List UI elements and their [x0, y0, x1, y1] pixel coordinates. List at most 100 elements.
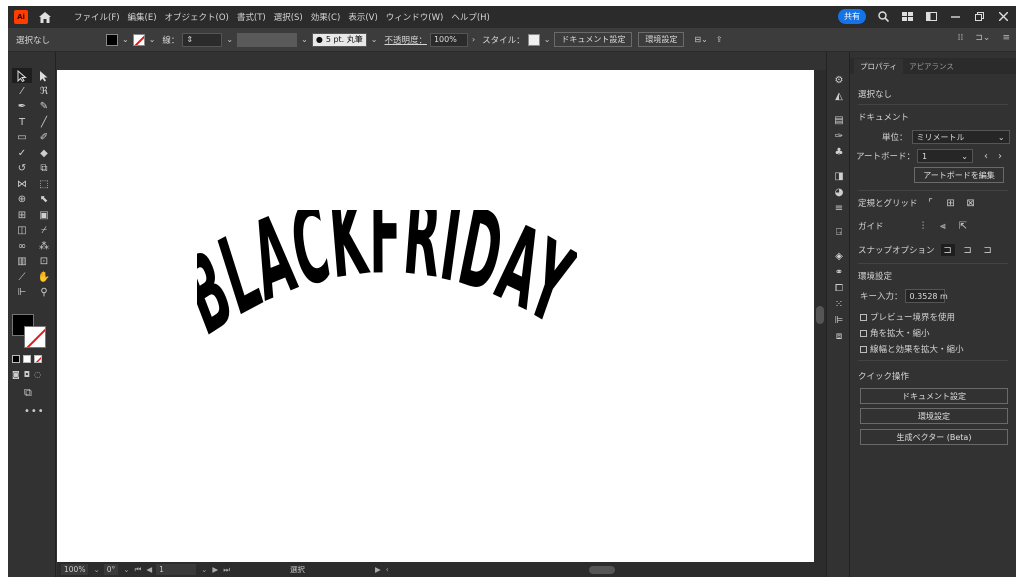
- draw-inside-icon[interactable]: ◌: [34, 370, 41, 379]
- color-panel-icon[interactable]: ◕: [827, 184, 851, 200]
- artboard-navigator-field[interactable]: 1: [156, 564, 197, 575]
- shaper-tool-icon[interactable]: ✓: [12, 146, 32, 161]
- artboard-tool-icon[interactable]: ⊡: [34, 254, 54, 269]
- vertical-scrollbar[interactable]: [814, 70, 826, 562]
- hand-tool-icon[interactable]: ✋: [34, 270, 54, 285]
- width-tool-icon[interactable]: ⋈: [12, 177, 32, 192]
- links-panel-icon[interactable]: ⚭: [827, 264, 851, 280]
- snap-icon[interactable]: ⊐⌄: [975, 33, 990, 43]
- document-setup-button[interactable]: ドキュメント設定: [554, 32, 633, 47]
- line-tool-icon[interactable]: ╱: [34, 115, 54, 130]
- last-artboard-icon[interactable]: ⏭: [223, 565, 230, 575]
- mesh-tool-icon[interactable]: ▣: [34, 208, 54, 223]
- edit-artboards-button[interactable]: アートボードを編集: [914, 167, 1004, 183]
- lasso-tool-icon[interactable]: ℜ: [34, 84, 54, 99]
- workspace-switcher-icon[interactable]: [924, 10, 938, 24]
- symbol-sprayer-tool-icon[interactable]: ⁂: [34, 239, 54, 254]
- scale-tool-icon[interactable]: ⧉: [34, 161, 54, 176]
- eraser-tool-icon[interactable]: ◆: [34, 146, 54, 161]
- grid-icon[interactable]: ⊞: [944, 197, 958, 209]
- opacity-field[interactable]: 100%: [429, 32, 468, 47]
- stroke-color-box[interactable]: [24, 326, 46, 348]
- horizontal-scroll-thumb[interactable]: [588, 565, 615, 574]
- blend-tool-icon[interactable]: ∞: [12, 239, 32, 254]
- ruler-icon[interactable]: ⌜: [924, 197, 938, 209]
- stroke-swatch[interactable]: [132, 33, 145, 46]
- menu-view[interactable]: 表示(V): [344, 11, 381, 23]
- minimize-icon[interactable]: [948, 10, 962, 24]
- brush-definition[interactable]: ● 5 pt. 丸筆: [311, 32, 367, 47]
- style-dropdown-icon[interactable]: ⌄: [544, 35, 551, 44]
- panel-menu-icon[interactable]: ≡: [1002, 33, 1010, 43]
- profile-dropdown-icon[interactable]: ⌄: [301, 35, 308, 44]
- status-menu-arrow-icon[interactable]: ▶: [375, 565, 381, 574]
- print-tiling-tool-icon[interactable]: ⊩: [12, 285, 32, 300]
- opacity-arrow-icon[interactable]: ›: [472, 35, 475, 44]
- restore-icon[interactable]: [972, 10, 986, 24]
- arrange-icon[interactable]: ⊟⌄: [694, 35, 707, 44]
- transform-panel-icon[interactable]: ⁙: [827, 296, 851, 312]
- scale-strokes-checkbox[interactable]: [860, 345, 867, 353]
- arrange-documents-icon[interactable]: [900, 10, 914, 24]
- swatches-panel-icon[interactable]: ◨: [827, 168, 851, 184]
- share-button[interactable]: 共有: [838, 9, 866, 24]
- screen-mode-icon[interactable]: ⧉: [24, 386, 32, 400]
- artboards-panel-icon[interactable]: ⧠: [827, 280, 851, 296]
- rotate-tool-icon[interactable]: ↺: [12, 161, 32, 176]
- artboard-dropdown-icon[interactable]: ⌄: [201, 565, 207, 574]
- magic-wand-tool-icon[interactable]: ⁄: [12, 84, 32, 99]
- preferences-button[interactable]: 環境設定: [638, 32, 685, 47]
- gradient-tool-icon[interactable]: ◫: [12, 223, 32, 238]
- none-mode-icon[interactable]: [34, 355, 42, 363]
- shape-builder-tool-icon[interactable]: ⊕: [12, 192, 32, 207]
- artboard-prev-icon[interactable]: ‹: [979, 150, 993, 162]
- properties-panel-icon[interactable]: ⚙: [827, 72, 851, 88]
- home-icon[interactable]: [36, 8, 54, 26]
- brushes-panel-icon[interactable]: ✑: [827, 128, 851, 144]
- column-graph-tool-icon[interactable]: ▥: [12, 254, 32, 269]
- lock-guides-icon[interactable]: ⫷: [936, 220, 950, 232]
- hscroll-left-icon[interactable]: ‹: [386, 565, 389, 574]
- artboard-dropdown[interactable]: 1 ⌄: [917, 149, 973, 163]
- appearance-panel-icon[interactable]: ◭: [827, 88, 851, 104]
- zoom-tool-icon[interactable]: ⚲: [34, 285, 54, 300]
- type-tool-icon[interactable]: T: [12, 115, 32, 130]
- pathfinder-panel-icon[interactable]: ⧈: [827, 328, 851, 344]
- libraries-panel-icon[interactable]: ▤: [827, 112, 851, 128]
- rectangle-tool-icon[interactable]: ▭: [12, 130, 32, 145]
- stroke-weight-field[interactable]: ⇕: [182, 32, 223, 47]
- blackfriday-artwork[interactable]: BLACKFRIDAY: [197, 210, 577, 380]
- align-icon[interactable]: ⁞⁞: [958, 33, 964, 43]
- artboard-next-icon[interactable]: ›: [993, 150, 1007, 162]
- more-tools-icon[interactable]: •••: [24, 406, 45, 417]
- menu-object[interactable]: オブジェクト(O): [161, 11, 233, 23]
- free-transform-tool-icon[interactable]: ⬚: [34, 177, 54, 192]
- snap-to-glyph-icon[interactable]: ⊐: [981, 244, 995, 256]
- draw-normal-icon[interactable]: ◙: [12, 370, 20, 379]
- preview-bounds-checkbox[interactable]: [860, 313, 867, 321]
- symbols-panel-icon[interactable]: ♣: [827, 144, 851, 160]
- align-panel-icon[interactable]: ⊫: [827, 312, 851, 328]
- stroke-weight-dropdown-icon[interactable]: ⌄: [226, 35, 233, 44]
- quick-document-setup-button[interactable]: ドキュメント設定: [860, 388, 1008, 404]
- draw-behind-icon[interactable]: ◘: [24, 370, 30, 379]
- tab-properties[interactable]: プロパティ: [854, 59, 904, 74]
- vertical-scroll-thumb[interactable]: [816, 306, 824, 324]
- close-icon[interactable]: [996, 10, 1010, 24]
- smart-guides-icon[interactable]: ⇱: [956, 220, 970, 232]
- recolor-icon[interactable]: ⇪: [716, 35, 723, 44]
- pen-tool-icon[interactable]: ✒: [12, 99, 32, 114]
- rotation-field[interactable]: 0°: [103, 564, 119, 575]
- menu-effect[interactable]: 効果(C): [307, 11, 345, 23]
- fill-dropdown-icon[interactable]: ⌄: [122, 35, 129, 44]
- slice-tool-icon[interactable]: ⟋: [12, 270, 32, 285]
- graphic-style-swatch[interactable]: [527, 33, 540, 46]
- artboard-canvas[interactable]: BLACKFRIDAY: [57, 70, 814, 562]
- direct-selection-tool-icon[interactable]: [34, 68, 54, 83]
- menu-select[interactable]: 選択(S): [270, 11, 307, 23]
- tab-appearance[interactable]: アピアランス: [903, 59, 960, 74]
- variable-width-profile[interactable]: [237, 32, 298, 47]
- perspective-grid-tool-icon[interactable]: ⊞: [12, 208, 32, 223]
- menu-type[interactable]: 書式(T): [233, 11, 270, 23]
- curvature-tool-icon[interactable]: ✎: [34, 99, 54, 114]
